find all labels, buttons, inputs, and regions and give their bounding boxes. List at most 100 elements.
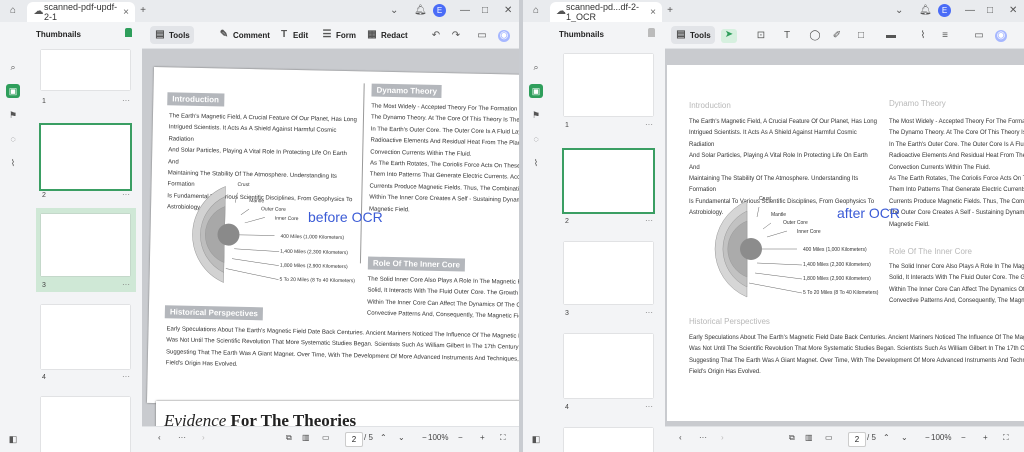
redo-icon[interactable]: ↷ — [450, 30, 462, 42]
layers-icon[interactable]: ◧ — [529, 432, 543, 446]
sticky-note-icon[interactable]: ◯ — [809, 30, 821, 42]
edit-button[interactable]: T Edit — [274, 26, 312, 44]
more-icon[interactable]: ··· — [645, 120, 653, 129]
more-icon[interactable]: ··· — [645, 308, 653, 317]
expand-right-icon[interactable]: › — [721, 433, 724, 442]
text-box-icon[interactable]: ⊡ — [755, 30, 767, 42]
tools-button[interactable]: ▤ Tools — [150, 26, 194, 44]
next-page-icon[interactable]: ⌄ — [398, 433, 405, 442]
zoom-level[interactable]: 100% — [931, 433, 951, 442]
page-layout-icon[interactable]: ⧉ — [286, 433, 292, 443]
zoom-out-icon[interactable]: − — [422, 433, 427, 442]
attachment-icon[interactable]: ⌇ — [529, 156, 543, 170]
window-maximize-icon[interactable]: □ — [987, 5, 993, 16]
thumbnail-page-5[interactable] — [41, 397, 130, 452]
search-icon[interactable]: ⌕ — [6, 60, 20, 74]
two-page-icon[interactable]: ▥ — [805, 433, 813, 442]
thumbnail-page-2[interactable] — [562, 148, 655, 214]
collapse-left-icon[interactable]: ‹ — [679, 433, 682, 442]
select-cursor-icon[interactable]: ➤ — [721, 29, 737, 43]
zoom-out-button-icon[interactable]: − — [961, 433, 966, 442]
comments-icon[interactable]: ◌ — [6, 132, 20, 146]
eraser-icon[interactable]: ✐ — [831, 30, 843, 42]
thumbnail-page-3[interactable] — [41, 214, 130, 276]
more-icon[interactable]: ··· — [122, 372, 130, 381]
next-page-icon[interactable]: ⌄ — [901, 433, 908, 442]
more-icon[interactable]: ··· — [122, 96, 130, 105]
thumbnail-page-3[interactable] — [564, 242, 653, 304]
comment-button[interactable]: ✎ Comment — [214, 26, 274, 44]
fit-page-icon[interactable]: ⛶ — [1003, 433, 1009, 443]
home-icon[interactable]: ⌂ — [7, 5, 19, 17]
window-minimize-icon[interactable]: — — [460, 5, 470, 16]
window-minimize-icon[interactable]: — — [965, 5, 975, 16]
zoom-in-icon[interactable]: + — [983, 433, 988, 442]
thumbnail-page-1[interactable] — [564, 54, 653, 116]
save-icon[interactable]: ▭ — [476, 30, 488, 42]
page-number-input[interactable]: 2 — [848, 432, 866, 447]
ai-assistant-icon[interactable]: ◉ — [498, 30, 510, 42]
layers-icon[interactable]: ◧ — [6, 432, 20, 446]
zoom-in-icon[interactable]: + — [480, 433, 485, 442]
prev-page-icon[interactable]: ⌃ — [380, 433, 387, 442]
expand-right-icon[interactable]: › — [202, 433, 205, 442]
ai-assistant-icon[interactable]: ◉ — [995, 30, 1007, 42]
close-tab-icon[interactable]: × — [123, 7, 129, 18]
window-close-icon[interactable]: ✕ — [504, 5, 512, 16]
prev-page-icon[interactable]: ⌃ — [883, 433, 890, 442]
window-close-icon[interactable]: ✕ — [1009, 5, 1017, 16]
shape-icon[interactable]: □ — [855, 30, 867, 42]
save-icon[interactable]: ▭ — [973, 30, 985, 42]
bell-icon[interactable]: 🔔︎ — [414, 5, 427, 16]
more-icon[interactable]: ··· — [178, 433, 186, 442]
more-icon[interactable]: ··· — [699, 433, 707, 442]
presentation-icon[interactable]: ▭ — [825, 433, 833, 442]
bell-icon[interactable]: 🔔︎ — [919, 5, 932, 16]
zoom-out-button-icon[interactable]: − — [458, 433, 463, 442]
attachment-icon[interactable]: ⌇ — [6, 156, 20, 170]
comments-icon[interactable]: ◌ — [529, 132, 543, 146]
collapse-left-icon[interactable]: ‹ — [158, 433, 161, 442]
minimize-icon[interactable]: ⌄ — [895, 5, 903, 16]
paperclip-icon[interactable]: ⌇ — [917, 30, 929, 42]
avatar[interactable]: E — [433, 4, 446, 17]
home-icon[interactable]: ⌂ — [530, 5, 542, 17]
more-icon[interactable]: ··· — [122, 280, 130, 289]
fit-page-icon[interactable]: ⛶ — [500, 433, 506, 443]
bookmark-icon[interactable]: ⚑ — [529, 108, 543, 122]
layers-list-icon[interactable]: ≡ — [939, 30, 951, 42]
page-number-input[interactable]: 2 — [345, 432, 363, 447]
zoom-level[interactable]: 100% — [428, 433, 448, 442]
document-tab[interactable]: ☁ scanned-pd...df-2-1_OCR × — [550, 2, 662, 22]
pin-icon[interactable] — [125, 28, 132, 37]
undo-icon[interactable]: ↶ — [430, 30, 442, 42]
more-icon[interactable]: ··· — [645, 402, 653, 411]
thumbnails-icon[interactable]: ▣ — [6, 84, 20, 98]
search-icon[interactable]: ⌕ — [529, 60, 543, 74]
thumbnail-page-5[interactable] — [564, 428, 653, 452]
form-button[interactable]: ☰ Form — [317, 26, 360, 44]
tools-button[interactable]: ▤ Tools — [671, 26, 715, 44]
bookmark-icon[interactable]: ⚑ — [6, 108, 20, 122]
typewriter-icon[interactable]: T — [781, 30, 793, 42]
zoom-out-icon[interactable]: − — [925, 433, 930, 442]
window-maximize-icon[interactable]: □ — [482, 5, 488, 16]
pin-icon[interactable] — [648, 28, 655, 37]
thumbnail-page-4[interactable] — [41, 305, 130, 369]
new-tab-icon[interactable]: + — [137, 5, 149, 17]
thumbnail-page-2[interactable] — [39, 123, 132, 191]
thumbnail-page-1[interactable] — [41, 50, 130, 90]
two-page-icon[interactable]: ▥ — [302, 433, 310, 442]
stamp-icon[interactable]: ▬ — [885, 30, 897, 42]
minimize-icon[interactable]: ⌄ — [390, 5, 398, 16]
redact-button[interactable]: ▦ Redact — [362, 26, 412, 44]
more-icon[interactable]: ··· — [122, 190, 130, 199]
document-tab[interactable]: ☁ scanned-pdf-updf-2-1 × — [27, 2, 135, 22]
presentation-icon[interactable]: ▭ — [322, 433, 330, 442]
close-tab-icon[interactable]: × — [650, 7, 656, 18]
new-tab-icon[interactable]: + — [664, 5, 676, 17]
page-layout-icon[interactable]: ⧉ — [789, 433, 795, 443]
thumbnails-icon[interactable]: ▣ — [529, 84, 543, 98]
more-icon[interactable]: ··· — [645, 216, 653, 225]
thumbnail-page-4[interactable] — [564, 334, 653, 398]
